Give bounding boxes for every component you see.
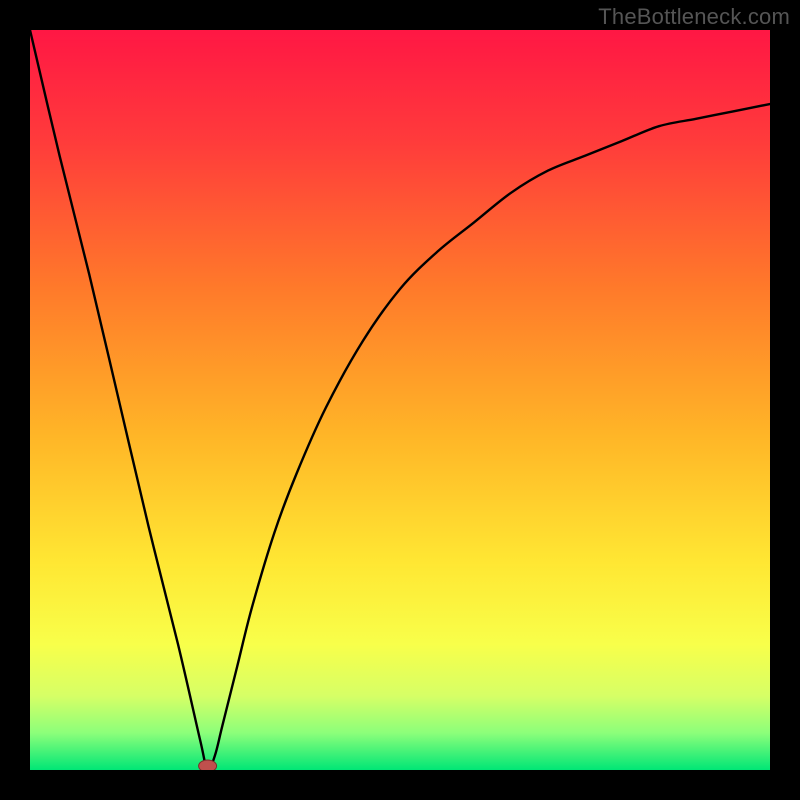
watermark-text: TheBottleneck.com bbox=[598, 4, 790, 30]
chart-plot-area bbox=[30, 30, 770, 770]
gradient-background bbox=[30, 30, 770, 770]
bottleneck-chart bbox=[30, 30, 770, 770]
optimal-point-marker bbox=[199, 760, 217, 770]
chart-frame: TheBottleneck.com bbox=[0, 0, 800, 800]
